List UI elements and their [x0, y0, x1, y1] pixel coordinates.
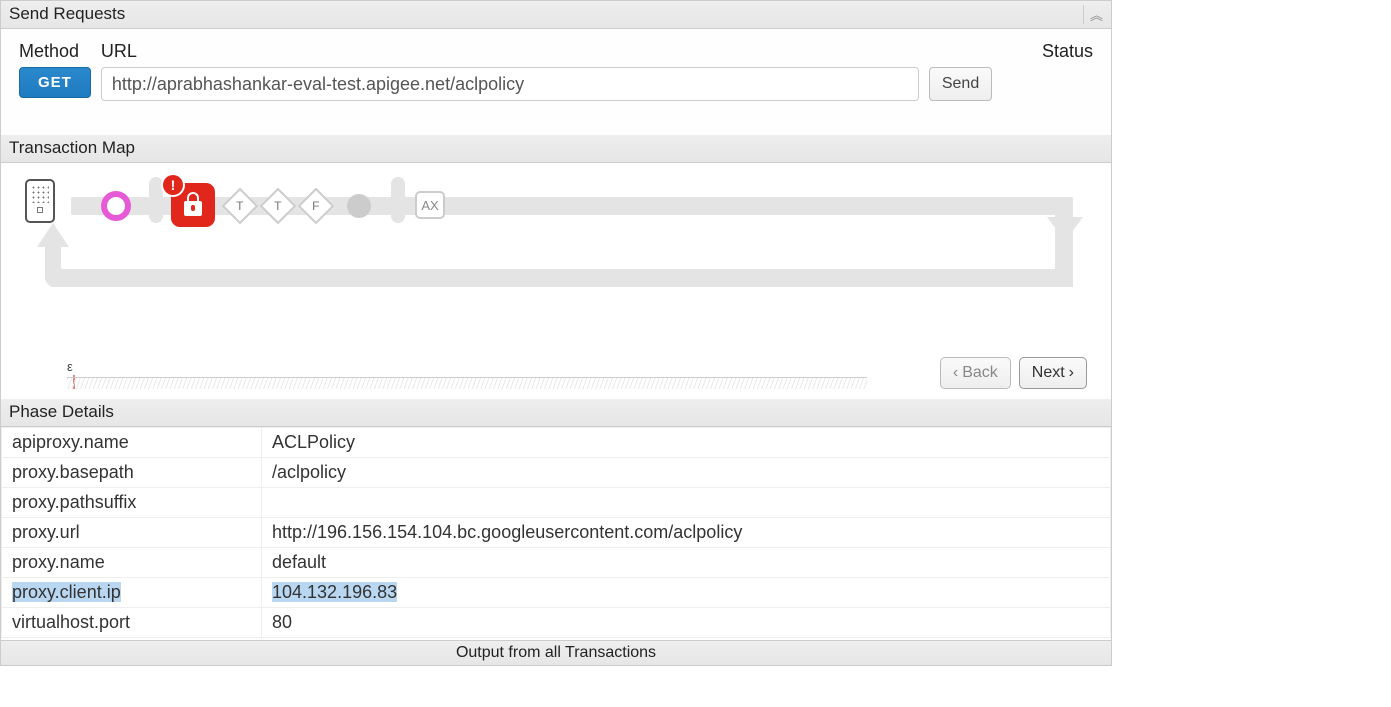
phase-key: proxy.name: [12, 552, 105, 572]
ax-icon: AX: [415, 191, 445, 219]
error-badge-icon: !: [163, 175, 183, 195]
separator-1: [149, 177, 163, 223]
epsilon-label: ε: [67, 359, 73, 374]
method-label: Method: [19, 41, 91, 62]
device-grid: [31, 185, 49, 203]
device-home: [37, 207, 43, 213]
table-row[interactable]: apiproxy.name ACLPolicy: [2, 428, 1111, 458]
flow-line-bottom: [51, 269, 1073, 287]
flow-wrap: ! T T F AX: [21, 177, 1091, 307]
send-requests-title: Send Requests: [9, 4, 125, 24]
timeline[interactable]: ε: [67, 361, 867, 389]
phase-key: virtualhost.port: [12, 612, 130, 632]
phase-key: proxy.basepath: [12, 462, 134, 482]
back-label: Back: [962, 364, 998, 382]
diamond-icon: T: [260, 188, 297, 225]
send-requests-header: Send Requests ︽: [1, 1, 1111, 29]
url-label: URL: [101, 41, 919, 62]
diamond-icon: F: [298, 188, 335, 225]
collapse-icon[interactable]: ︽: [1083, 5, 1101, 24]
phase-key: apiproxy.name: [12, 432, 129, 452]
acl-policy-node[interactable]: !: [171, 183, 215, 227]
next-button[interactable]: Next ›: [1019, 357, 1087, 389]
right-gutter: [1112, 0, 1391, 707]
footer-bar[interactable]: Output from all Transactions: [1, 640, 1111, 665]
phase-details-title: Phase Details: [9, 402, 114, 422]
phase-value: 104.132.196.83: [272, 582, 397, 602]
transaction-map-header: Transaction Map: [1, 135, 1111, 163]
phase-details-table: apiproxy.name ACLPolicy proxy.basepath/acl…: [1, 427, 1111, 638]
phase-value: ACLPolicy: [272, 432, 355, 452]
phase-key: proxy.client.ip: [12, 582, 121, 602]
table-row[interactable]: proxy.url http://196.156.154.104.bc.googl…: [2, 518, 1111, 548]
phase-key: proxy.url: [12, 522, 80, 542]
phase-value: default: [272, 552, 326, 572]
separator-2: [391, 177, 405, 223]
request-start-node[interactable]: [101, 191, 131, 221]
method-button[interactable]: GET: [19, 67, 91, 98]
url-input[interactable]: [101, 67, 919, 101]
transaction-map-panel: Transaction Map !: [1, 135, 1111, 399]
phase-key: proxy.pathsuffix: [12, 492, 136, 512]
lock-body-icon: [184, 201, 202, 216]
table-row[interactable]: proxy.client.ip 104.132.196.83: [2, 578, 1111, 608]
ring-icon: [101, 191, 131, 221]
diamond-icon: T: [222, 188, 259, 225]
main-column: Send Requests ︽ Method GET URL Send Stat…: [0, 0, 1112, 666]
chevron-left-icon: ‹: [953, 364, 958, 382]
phase-value: http://196.156.154.104.bc.googleusercont…: [272, 522, 742, 542]
send-button[interactable]: Send: [929, 67, 992, 101]
method-col: Method GET: [19, 41, 91, 98]
arrow-up-icon: [37, 223, 69, 247]
transaction-map-body: ! T T F AX: [1, 163, 1111, 399]
request-row: Method GET URL Send Status: [19, 41, 1093, 101]
send-col: Send: [929, 41, 992, 101]
table-row[interactable]: virtualhost.port 80: [2, 608, 1111, 638]
phase-value: 80: [272, 612, 292, 632]
spacer-label: [929, 41, 992, 62]
url-col: URL: [101, 41, 919, 101]
send-requests-panel: Send Requests ︽ Method GET URL Send Stat…: [1, 1, 1111, 135]
table-row[interactable]: proxy.pathsuffix: [2, 488, 1111, 518]
client-device-icon[interactable]: [25, 179, 55, 223]
chevron-right-icon: ›: [1069, 364, 1074, 382]
dot-icon: [347, 194, 371, 218]
lock-icon: !: [171, 183, 215, 227]
send-requests-body: Method GET URL Send Status: [1, 29, 1111, 135]
nav-buttons: ‹ Back Next ›: [940, 357, 1087, 389]
condition-node-2[interactable]: T: [265, 193, 291, 219]
timeline-track: [67, 377, 867, 389]
phase-value: /aclpolicy: [272, 462, 346, 482]
table-row[interactable]: proxy.basepath/aclpolicy: [2, 458, 1111, 488]
next-label: Next: [1032, 364, 1065, 382]
status-label: Status: [1042, 41, 1093, 62]
table-row[interactable]: proxy.name default: [2, 548, 1111, 578]
timeline-row: ε ‹ Back Next ›: [21, 357, 1091, 389]
status-col: Status: [1042, 41, 1093, 67]
transaction-map-title: Transaction Map: [9, 138, 135, 158]
condition-node-3[interactable]: F: [303, 193, 329, 219]
condition-node-1[interactable]: T: [227, 193, 253, 219]
arrow-up-stem: [45, 245, 61, 287]
ax-node[interactable]: AX: [415, 191, 445, 219]
dot-node[interactable]: [347, 194, 371, 218]
phase-details-panel: Phase Details apiproxy.name ACLPolicy prox…: [1, 399, 1111, 638]
back-button[interactable]: ‹ Back: [940, 357, 1011, 389]
arrow-down-icon: [1047, 217, 1083, 241]
phase-details-header: Phase Details: [1, 399, 1111, 427]
